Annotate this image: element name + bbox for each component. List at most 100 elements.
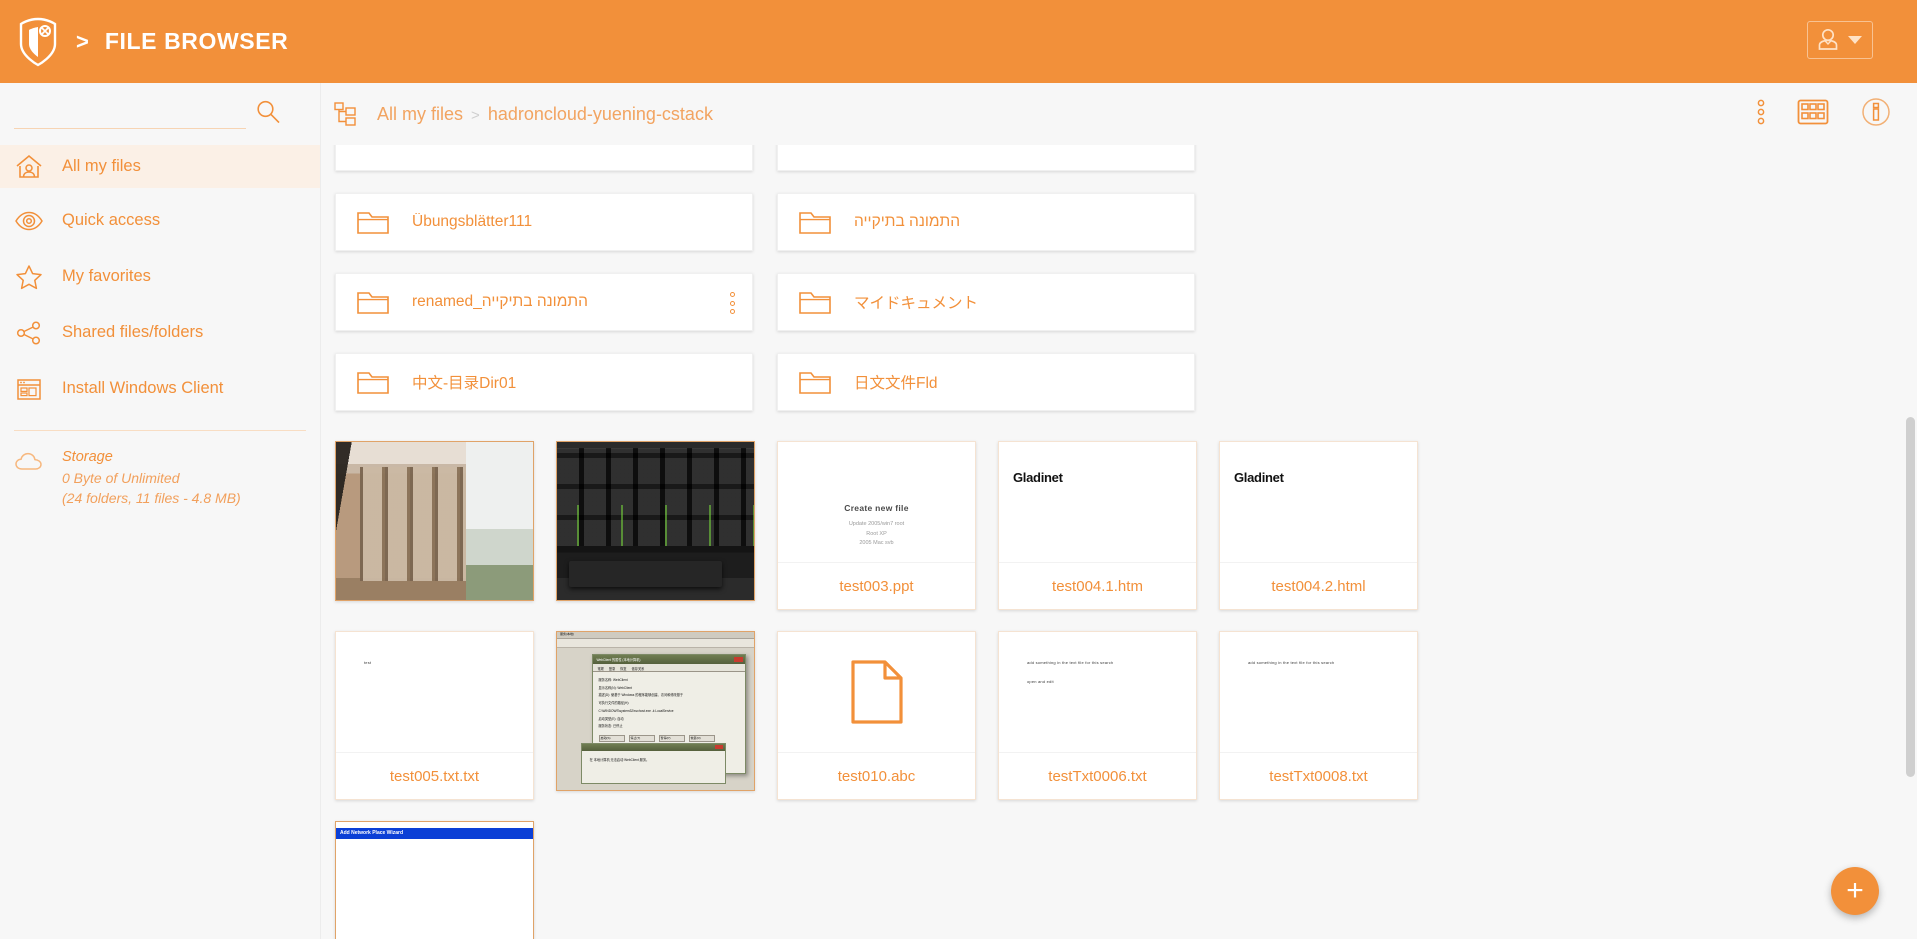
folder-name: マイドキュメント: [854, 295, 979, 312]
dialog-tab: 依存关系: [631, 667, 645, 672]
file-row: Create new file Update 2005/win7 root Ro…: [335, 441, 1881, 610]
door-photo-image: [336, 442, 533, 600]
folder-name: 中文-目录Dir01: [412, 375, 517, 392]
sidebar-item-install-windows-client[interactable]: Install Windows Client: [0, 367, 320, 410]
folder-icon: [798, 207, 832, 237]
file-card-add-network-place-wizard[interactable]: Add Network Place Wizard: [335, 821, 534, 939]
file-card-test010-abc[interactable]: test010.abc: [777, 631, 976, 800]
dialog-tab: 常规: [597, 667, 604, 672]
file-thumbnail: Gladinet: [999, 442, 1196, 562]
wizard-title: Add Network Place Wizard: [336, 828, 533, 839]
folder-card-chinese-dir01[interactable]: 中文-目录Dir01: [335, 353, 753, 411]
folder-icon: [356, 367, 390, 397]
breadcrumb-current[interactable]: hadroncloud-yuening-cstack: [488, 104, 713, 124]
folder-card-hebrew-image-in-folder[interactable]: התמונה בתיקייה: [777, 193, 1195, 251]
sidebar-item-my-favorites[interactable]: My favorites: [0, 255, 320, 298]
search-input[interactable]: [14, 95, 246, 129]
txt-preview-line: add something in the text file for this …: [1027, 660, 1114, 665]
sidebar-item-label: Shared files/folders: [62, 323, 204, 341]
storage-used: 0 Byte of Unlimited: [62, 470, 180, 487]
breadcrumb-separator: >: [471, 106, 480, 124]
file-card-photo-keyboard[interactable]: [556, 441, 755, 601]
folder-list: Übungsblätter111 התמונה בתיקייה התמונה ב…: [321, 145, 1881, 411]
breadcrumb-root[interactable]: All my files: [377, 104, 463, 124]
dialog-title: WebClient 的属性 (本地计算机): [596, 658, 641, 663]
file-name: test004.2.html: [1220, 562, 1417, 609]
sidebar-item-label: Install Windows Client: [62, 379, 224, 397]
folder-card-ubungsblatter111[interactable]: Übungsblätter111: [335, 193, 753, 251]
storage-title: Storage: [62, 449, 113, 465]
file-thumbnail: [557, 442, 754, 600]
txt-preview-line: open and edit: [1027, 679, 1054, 684]
ppt-preview-title: Create new file: [844, 503, 909, 514]
file-card-testtxt0006-txt[interactable]: add something in the text file for this …: [998, 631, 1197, 800]
folder-card-my-documents-japanese[interactable]: マイドキュメント: [777, 273, 1195, 331]
folder-card-japanese-fld[interactable]: 日文文件Fld: [777, 353, 1195, 411]
file-thumbnail: add something in the text file for this …: [1220, 632, 1417, 752]
file-thumbnail: Add Network Place Wizard: [336, 822, 533, 939]
dialog-error-text: 在 本地计算机 无法启动 WebClient 服务。: [589, 757, 650, 762]
html-preview: Gladinet: [999, 442, 1196, 562]
items-grid: Übungsblätter111 התמונה בתיקייה התמונה ב…: [321, 145, 1881, 939]
file-name: test005.txt.txt: [336, 752, 533, 799]
dialog-field: 描述(D): 使基于 Windows 的程序能够创建、访问和修改基于: [598, 693, 684, 698]
txt-preview: add something in the text file for this …: [999, 632, 1196, 752]
generic-file-icon: [849, 659, 905, 725]
gladinet-logo-text: Gladinet: [1013, 470, 1063, 485]
info-circle-icon[interactable]: [1861, 97, 1891, 132]
dialog-button: 启动(S): [599, 734, 626, 742]
folder-name: התמונה בתיקייה_renamed: [412, 293, 588, 310]
vertical-dots-icon[interactable]: [1757, 97, 1765, 132]
folder-row: 中文-目录Dir01 日文文件Fld: [335, 353, 1881, 411]
file-name: testTxt0006.txt: [999, 752, 1196, 799]
sidebar-item-all-my-files[interactable]: All my files: [0, 145, 320, 188]
txt-preview-line: test: [364, 660, 372, 665]
storage-counts: (24 folders, 11 files - 4.8 MB): [62, 490, 241, 507]
sidebar-item-shared-files-folders[interactable]: Shared files/folders: [0, 311, 320, 354]
file-name: test003.ppt: [778, 562, 975, 609]
sidebar-item-label: All my files: [62, 157, 141, 175]
plus-icon: +: [1846, 874, 1864, 907]
add-new-button[interactable]: +: [1831, 867, 1879, 915]
share-nodes-icon: [14, 318, 44, 348]
file-card-testtxt0008-txt[interactable]: add something in the text file for this …: [1219, 631, 1418, 800]
file-thumbnail: [778, 632, 975, 752]
file-card-windows-dialog-screenshot[interactable]: 服务(本地) WebClient 的属性 (本地计算机) 常规 登录 恢复 依存…: [556, 631, 755, 791]
ppt-preview: Create new file Update 2005/win7 root Ro…: [844, 455, 909, 548]
file-card-test004-1-htm[interactable]: Gladinet test004.1.htm: [998, 441, 1197, 610]
header-separator: >: [76, 28, 89, 54]
folder-row: Übungsblätter111 התמונה בתיקייה: [335, 193, 1881, 251]
ppt-preview-line: 2005 Mac svb: [859, 540, 894, 547]
dialog-button: 停止(T): [629, 734, 656, 742]
file-row: Add Network Place Wizard: [335, 821, 1881, 939]
folder-context-menu-icon[interactable]: [729, 292, 735, 314]
txt-preview: test: [336, 632, 533, 752]
file-card-test003-ppt[interactable]: Create new file Update 2005/win7 root Ro…: [777, 441, 976, 610]
folder-card-clipped[interactable]: [777, 145, 1195, 171]
file-browser-content: Übungsblätter111 התמונה בתיקייה התמונה ב…: [320, 145, 1917, 939]
shield-logo-icon[interactable]: [14, 16, 62, 68]
file-row: test test005.txt.txt 服务(本地) WebClient 的属…: [335, 631, 1881, 800]
file-thumbnail: Gladinet: [1220, 442, 1417, 562]
folder-card-clipped[interactable]: [335, 145, 753, 171]
dialog-field: 服务名称: WebClient: [598, 678, 628, 683]
file-card-photo-door[interactable]: [335, 441, 534, 601]
file-card-test005-txt[interactable]: test test005.txt.txt: [335, 631, 534, 800]
file-card-test004-2-html[interactable]: Gladinet test004.2.html: [1219, 441, 1418, 610]
sidebar-item-label: Quick access: [62, 211, 161, 229]
app-header: > FILE BROWSER: [0, 0, 1917, 83]
dialog-tab: 登录: [608, 667, 616, 672]
home-user-icon: [14, 152, 44, 182]
page-title: FILE BROWSER: [104, 28, 289, 54]
wizard-screenshot-image: Add Network Place Wizard: [336, 822, 533, 939]
gladinet-logo-text: Gladinet: [1234, 470, 1284, 485]
folder-card-hebrew-renamed[interactable]: התמונה בתיקייה_renamed: [335, 273, 753, 331]
sidebar: All my files Quick access My favorites S…: [0, 145, 320, 939]
user-menu-button[interactable]: [1807, 21, 1873, 59]
content-scrollbar[interactable]: [1906, 417, 1915, 777]
sidebar-item-quick-access[interactable]: Quick access: [0, 199, 320, 242]
grid-view-icon[interactable]: [1797, 98, 1829, 131]
windows-app-icon: [14, 374, 44, 404]
search-icon[interactable]: [255, 99, 281, 125]
ppt-preview-line: Root XP: [866, 530, 887, 537]
